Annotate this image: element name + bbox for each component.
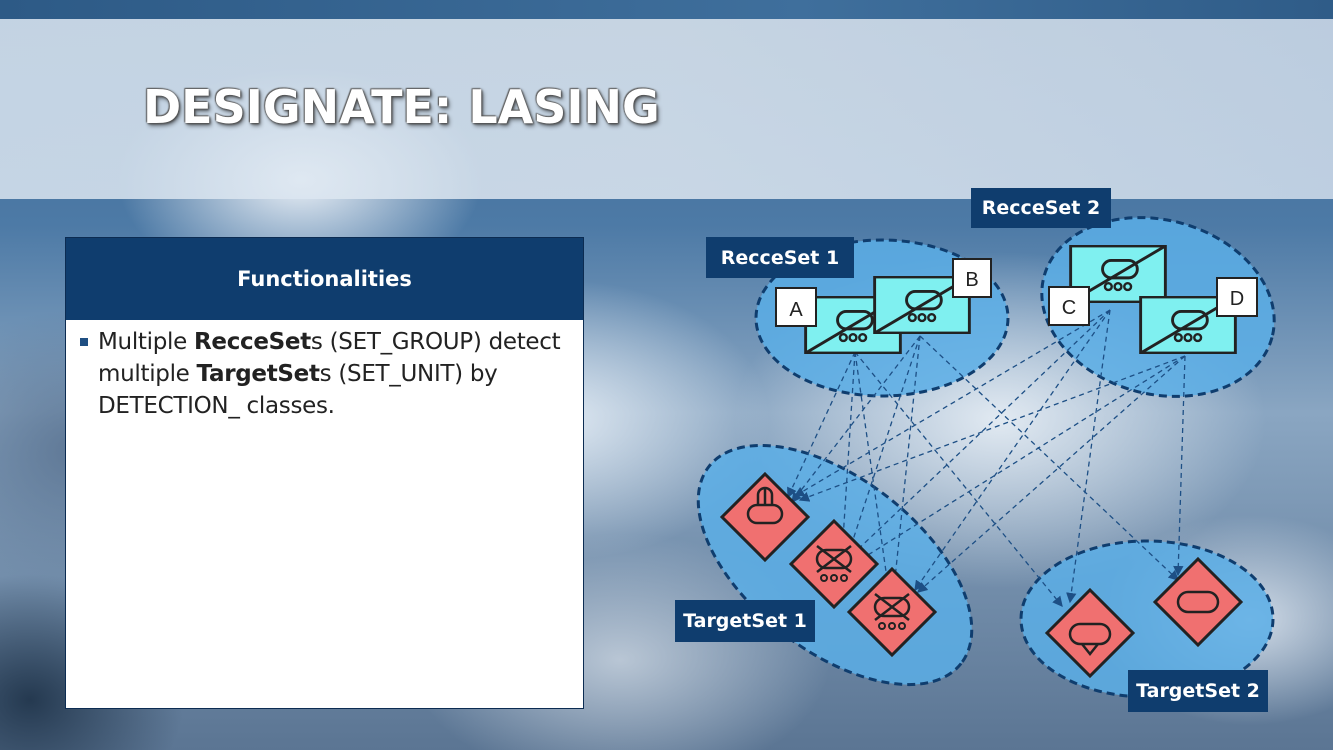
unit-label-a: A xyxy=(789,299,803,321)
unit-label-b: B xyxy=(965,269,978,291)
recceset-2-label: RecceSet 2 xyxy=(971,188,1111,228)
detection-diagram: A B C D xyxy=(696,216,1276,699)
unit-label-d: D xyxy=(1230,288,1244,310)
recceset-1-label: RecceSet 1 xyxy=(706,237,854,278)
targetset-1-label: TargetSet 1 xyxy=(675,600,815,642)
unit-label-c: C xyxy=(1062,297,1076,319)
targetset-2-label: TargetSet 2 xyxy=(1128,670,1268,712)
